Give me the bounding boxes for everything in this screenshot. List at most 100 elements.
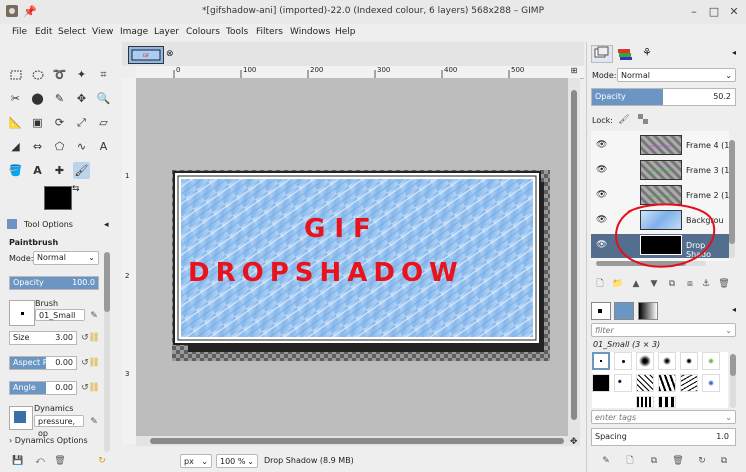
menu-image[interactable]: Image bbox=[120, 27, 148, 37]
brush-grid-scrollbar[interactable] bbox=[730, 354, 736, 408]
layer-row[interactable]: 👁 ~~~ Frame 4 (10 bbox=[586, 134, 736, 158]
refresh-brushes-button[interactable]: ↻ bbox=[696, 455, 708, 467]
align-icon[interactable]: ▣ bbox=[29, 114, 46, 131]
horizontal-scrollbar[interactable] bbox=[136, 436, 580, 446]
layer-row[interactable]: 👁 ~~~ Frame 3 (10 bbox=[586, 159, 736, 183]
restore-options-icon[interactable]: ⤺ bbox=[34, 455, 46, 467]
rect-select-icon[interactable] bbox=[7, 66, 24, 83]
new-layer-icon[interactable]: 🗋 bbox=[594, 278, 606, 290]
maximize-button[interactable]: □ bbox=[706, 4, 722, 20]
tool-options-tab[interactable]: Tool Options bbox=[24, 220, 73, 229]
navigate-icon[interactable]: ⊞ bbox=[568, 66, 580, 78]
dynamics-preview[interactable] bbox=[9, 406, 33, 430]
reset-options-icon[interactable]: ↻ bbox=[96, 455, 108, 467]
duplicate-layer-icon[interactable]: ⧉ bbox=[666, 278, 678, 290]
brushes-tab-icon[interactable] bbox=[591, 302, 611, 320]
dock-menu-icon[interactable]: ◂ bbox=[732, 48, 736, 57]
delete-brush-button[interactable]: 🗑 bbox=[672, 455, 684, 467]
heal-icon[interactable]: ✚ bbox=[51, 162, 68, 179]
paths-tab-icon[interactable]: ⚘ bbox=[642, 46, 652, 59]
layers-mode-select[interactable]: Normal ⌄ bbox=[617, 68, 736, 82]
open-brush-editor-button[interactable]: ⧉ bbox=[718, 455, 730, 467]
menu-file[interactable]: File bbox=[12, 27, 27, 37]
duplicate-brush-button[interactable]: ⧉ bbox=[648, 455, 660, 467]
eye-icon[interactable]: 👁 bbox=[596, 140, 607, 150]
perspective-icon[interactable]: ◢ bbox=[7, 138, 24, 155]
navigate-cross-icon[interactable]: ✥ bbox=[570, 437, 578, 447]
brush-name-field[interactable]: 01_Small bbox=[35, 309, 85, 321]
eraser-icon[interactable] bbox=[7, 162, 24, 179]
brush-preview[interactable] bbox=[9, 300, 35, 326]
layers-scrollbar[interactable] bbox=[729, 140, 735, 258]
edit-brush-button[interactable]: ✎ bbox=[600, 455, 612, 467]
lasso-icon[interactable]: ➰ bbox=[51, 66, 68, 83]
mode-select[interactable]: Normal ⌄ bbox=[33, 251, 99, 265]
measure-icon[interactable]: 📐 bbox=[7, 114, 24, 131]
menu-colours[interactable]: Colours bbox=[186, 27, 220, 37]
patterns-tab-icon[interactable] bbox=[614, 302, 634, 320]
image-tab-thumbnail[interactable]: GIF bbox=[128, 46, 164, 64]
menu-view[interactable]: View bbox=[92, 27, 113, 37]
menu-windows[interactable]: Windows bbox=[290, 27, 330, 37]
scale-icon[interactable]: ⤢ bbox=[73, 114, 90, 131]
eye-icon[interactable]: 👁 bbox=[596, 215, 607, 225]
lock-pixels-icon[interactable]: 🖌 bbox=[618, 114, 630, 126]
new-group-icon[interactable]: 📁 bbox=[612, 278, 624, 290]
brushes-menu-icon[interactable]: ◂ bbox=[732, 305, 736, 314]
minimize-button[interactable]: – bbox=[686, 4, 702, 20]
zoom-select[interactable]: 100 % ⌄ bbox=[216, 454, 258, 468]
swap-colors-icon[interactable]: ⇆ bbox=[72, 184, 80, 194]
close-button[interactable]: ✕ bbox=[726, 4, 742, 20]
link-aspect-icon[interactable]: ⛓ bbox=[88, 357, 100, 369]
link-angle-icon[interactable]: ⛓ bbox=[88, 382, 100, 394]
eye-icon[interactable]: 👁 bbox=[596, 240, 607, 250]
brush-spacing-slider[interactable]: Spacing 1.0 bbox=[591, 428, 736, 446]
tool-options-scrollbar[interactable] bbox=[104, 252, 110, 452]
brush-filter-input[interactable]: filter ⌄ bbox=[591, 323, 736, 337]
new-brush-button[interactable]: 🗋 bbox=[624, 455, 636, 467]
layers-tab-icon[interactable] bbox=[591, 45, 613, 63]
foreground-select-icon[interactable]: ⬤ bbox=[29, 90, 46, 107]
raise-layer-icon[interactable]: ▲ bbox=[630, 278, 642, 290]
flip-icon[interactable]: ⇔ bbox=[29, 138, 46, 155]
lock-alpha-icon[interactable] bbox=[637, 114, 649, 126]
ellipse-select-icon[interactable] bbox=[29, 66, 46, 83]
move-icon[interactable]: ✥ bbox=[73, 90, 90, 107]
dynamics-options-expander[interactable]: › Dynamics Options bbox=[9, 436, 88, 445]
menu-filters[interactable]: Filters bbox=[256, 27, 283, 37]
menu-help[interactable]: Help bbox=[335, 27, 356, 37]
menu-select[interactable]: Select bbox=[58, 27, 86, 37]
edit-brush-icon[interactable]: ✎ bbox=[88, 310, 100, 322]
angle-slider[interactable]: Angle 0.00 bbox=[9, 381, 77, 395]
anchor-layer-icon[interactable]: ⚓ bbox=[700, 278, 712, 290]
foreground-color-swatch[interactable] bbox=[44, 186, 72, 210]
channels-tab-icon[interactable] bbox=[617, 47, 633, 61]
warp-icon[interactable]: ∿ bbox=[73, 138, 90, 155]
zoom-icon[interactable]: 🔍 bbox=[95, 90, 112, 107]
merge-layer-icon[interactable]: ⧈ bbox=[684, 278, 696, 290]
unit-select[interactable]: px ⌄ bbox=[180, 454, 212, 468]
close-image-tab-icon[interactable]: ⊗ bbox=[166, 49, 174, 59]
color-picker-icon[interactable]: ✎ bbox=[51, 90, 68, 107]
delete-options-icon[interactable]: 🗑 bbox=[54, 455, 66, 467]
menu-edit[interactable]: Edit bbox=[35, 27, 52, 37]
shear-icon[interactable]: ▱ bbox=[95, 114, 112, 131]
eye-icon[interactable]: 👁 bbox=[596, 190, 607, 200]
panel-menu-icon[interactable]: ◂ bbox=[104, 220, 109, 230]
brush-grid[interactable] bbox=[592, 352, 728, 408]
gradients-tab-icon[interactable] bbox=[638, 302, 658, 320]
opacity-slider[interactable]: Opacity 100.0 bbox=[9, 276, 99, 290]
delete-layer-icon[interactable]: 🗑 bbox=[718, 278, 730, 290]
layer-opacity-slider[interactable]: Opacity 50.2 bbox=[591, 88, 736, 106]
aspect-ratio-slider[interactable]: Aspect R... 0.00 bbox=[9, 356, 77, 370]
eye-icon[interactable]: 👁 bbox=[596, 165, 607, 175]
cage-icon[interactable]: ⬠ bbox=[51, 138, 68, 155]
link-size-icon[interactable]: ⛓ bbox=[88, 332, 100, 344]
crop-icon[interactable]: ⌗ bbox=[95, 66, 112, 83]
rotate-icon[interactable]: ⟳ bbox=[51, 114, 68, 131]
tool-options-tab-icon[interactable] bbox=[6, 218, 20, 232]
text-tool-icon[interactable]: A bbox=[29, 162, 46, 179]
lower-layer-icon[interactable]: ▼ bbox=[648, 278, 660, 290]
scissors-icon[interactable]: ✂ bbox=[7, 90, 24, 107]
brush-tags-input[interactable]: enter tags ⌄ bbox=[591, 410, 736, 424]
